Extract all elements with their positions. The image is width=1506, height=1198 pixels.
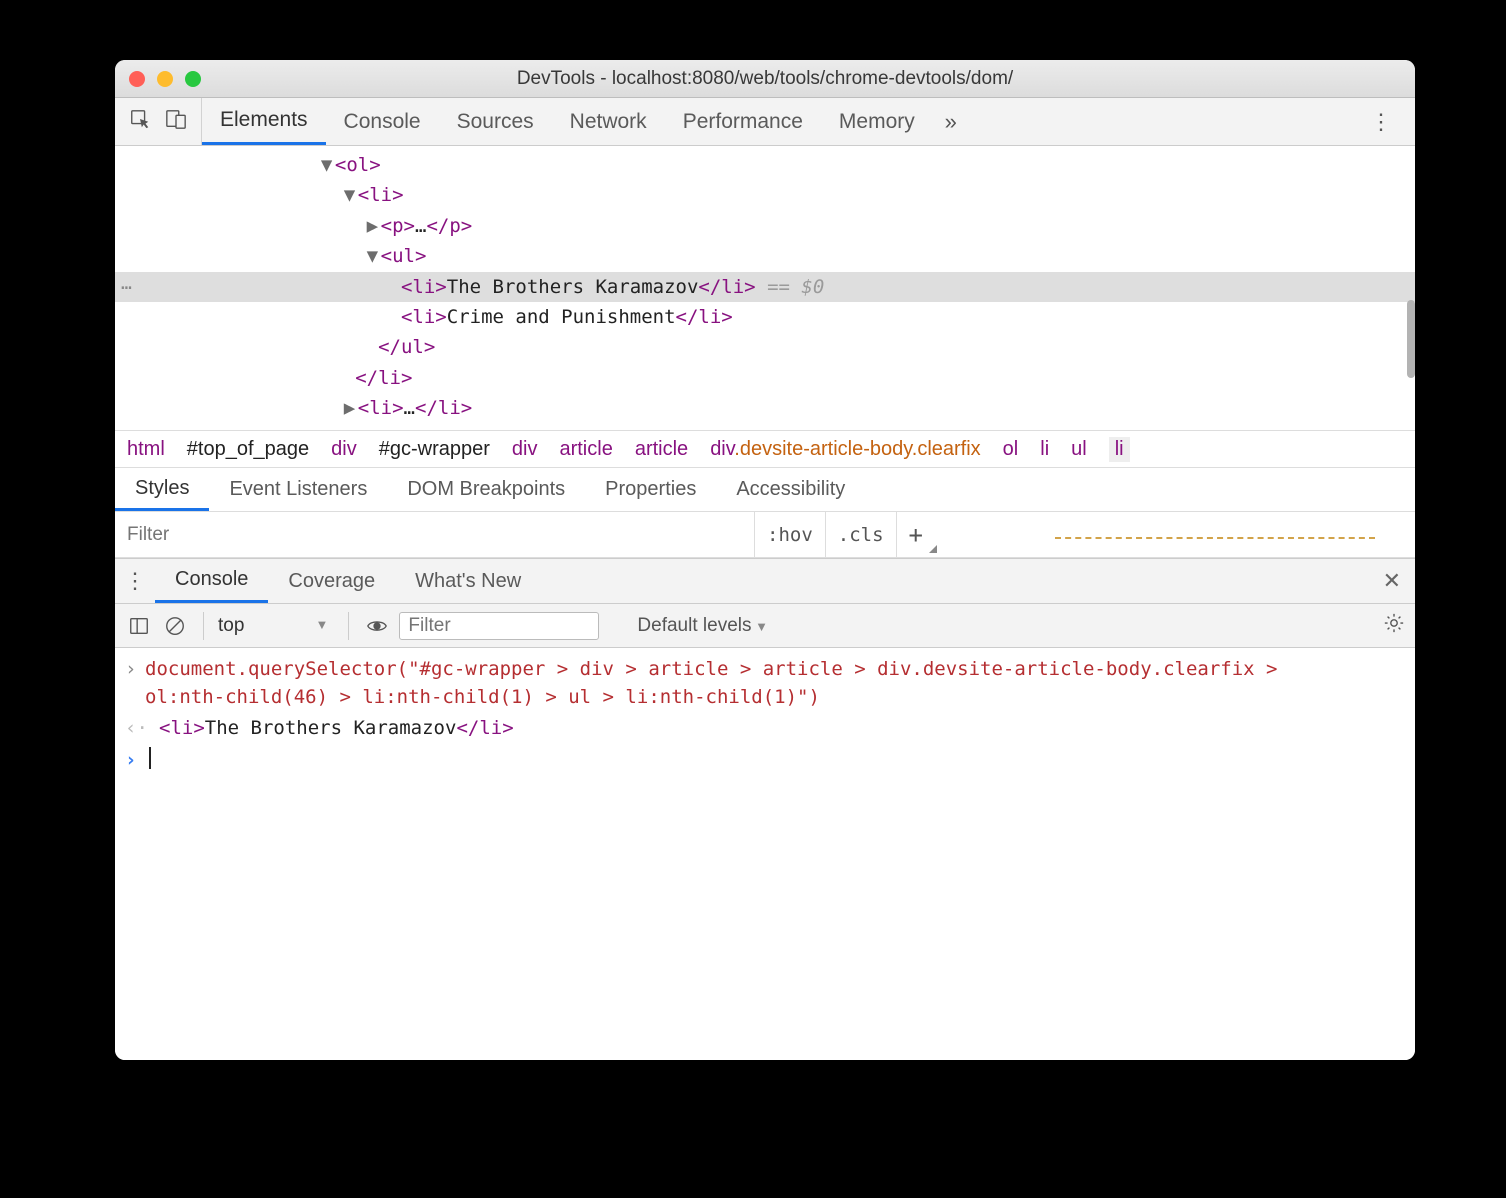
dom-row[interactable]: ▼<ul> [115, 241, 1415, 271]
tab-network[interactable]: Network [552, 98, 665, 145]
main-tabs: ElementsConsoleSourcesNetworkPerformance… [202, 98, 933, 145]
console-body[interactable]: › document.querySelector("#gc-wrapper > … [115, 648, 1415, 1060]
more-tabs-icon[interactable]: » [933, 104, 969, 140]
dom-row[interactable]: ▼<ol> [115, 150, 1415, 180]
breadcrumb[interactable]: html #top_of_page div #gc-wrapper div article… [115, 430, 1415, 468]
cls-button[interactable]: .cls [826, 512, 897, 557]
sidebar-toggle-icon[interactable] [125, 612, 153, 640]
dom-row[interactable]: ▶<li>…</li> [115, 393, 1415, 423]
main-toolbar: ElementsConsoleSourcesNetworkPerformance… [115, 98, 1415, 146]
tab-sources[interactable]: Sources [439, 98, 552, 145]
subtab-styles[interactable]: Styles [115, 468, 209, 511]
drawer-close-icon[interactable]: ✕ [1383, 568, 1401, 594]
crumb[interactable]: div [331, 438, 357, 461]
output-arrow-icon: ‹· [125, 715, 145, 743]
titlebar: DevTools - localhost:8080/web/tools/chro… [115, 60, 1415, 98]
drawer-tab-console[interactable]: Console [155, 559, 268, 603]
drawer-tab-what-s-new[interactable]: What's New [395, 559, 541, 603]
console-toolbar: top Default levels [115, 604, 1415, 648]
subtab-accessibility[interactable]: Accessibility [716, 468, 865, 511]
dom-tree[interactable]: ▼<ol> ▼<li> ▶<p>…</p> ▼<ul> <li>The Brot… [115, 146, 1415, 430]
tab-memory[interactable]: Memory [821, 98, 933, 145]
dom-row[interactable]: ▼<li> [115, 180, 1415, 210]
live-expression-icon[interactable] [363, 612, 391, 640]
kebab-icon[interactable]: ⋮ [1363, 104, 1399, 140]
clear-console-icon[interactable] [161, 612, 189, 640]
crumb[interactable]: li [1040, 438, 1049, 461]
divider [348, 612, 349, 640]
console-prompt[interactable]: › [115, 745, 1415, 777]
new-rule-button[interactable]: + [897, 512, 935, 557]
drawer-kebab-icon[interactable]: ⋮ [115, 568, 155, 594]
log-levels-select[interactable]: Default levels [637, 615, 768, 637]
hov-button[interactable]: :hov [755, 512, 826, 557]
crumb[interactable]: div.devsite-article-body.clearfix [710, 438, 980, 461]
tab-console[interactable]: Console [326, 98, 439, 145]
out-tag-open: <li> [159, 717, 205, 739]
dom-row[interactable]: </ul> [115, 332, 1415, 362]
console-output-line: ‹· <li>The Brothers Karamazov</li> [115, 713, 1415, 745]
devtools-window: DevTools - localhost:8080/web/tools/chro… [115, 60, 1415, 1060]
gutter-ellipsis-icon[interactable]: … [121, 270, 132, 299]
styles-subtabs: StylesEvent ListenersDOM BreakpointsProp… [115, 468, 1415, 512]
crumb[interactable]: html [127, 438, 165, 461]
out-text: The Brothers Karamazov [205, 717, 457, 739]
cursor [149, 747, 151, 769]
subtab-properties[interactable]: Properties [585, 468, 716, 511]
console-filter-input[interactable] [399, 612, 599, 640]
scrollbar-thumb[interactable] [1407, 300, 1415, 378]
crumb[interactable]: div [512, 438, 538, 461]
inspect-icon[interactable] [129, 108, 151, 135]
subtab-dom-breakpoints[interactable]: DOM Breakpoints [387, 468, 585, 511]
crumb[interactable]: li [1109, 437, 1130, 462]
prompt-arrow-icon: › [125, 747, 145, 775]
crumb[interactable]: article [559, 438, 612, 461]
console-input-text: document.querySelector("#gc-wrapper > di… [145, 656, 1295, 711]
out-tag-close: </li> [456, 717, 513, 739]
styles-preview-box [1055, 537, 1375, 541]
device-toggle-icon[interactable] [165, 108, 187, 135]
dom-row[interactable]: <li>Crime and Punishment</li> [115, 302, 1415, 332]
drawer-tab-coverage[interactable]: Coverage [268, 559, 395, 603]
crumb[interactable]: #gc-wrapper [379, 438, 490, 461]
crumb[interactable]: #top_of_page [187, 438, 309, 461]
input-arrow-icon: › [125, 656, 145, 711]
subtab-event-listeners[interactable]: Event Listeners [209, 468, 387, 511]
dom-row[interactable]: </li> [115, 363, 1415, 393]
crumb[interactable]: ul [1071, 438, 1087, 461]
styles-filter-row: :hov .cls + [115, 512, 1415, 558]
console-settings-icon[interactable] [1383, 612, 1405, 640]
styles-filter-input[interactable] [115, 512, 755, 557]
dom-row[interactable]: ▶<p>…</p> [115, 211, 1415, 241]
window-title: DevTools - localhost:8080/web/tools/chro… [115, 68, 1415, 90]
tab-performance[interactable]: Performance [665, 98, 821, 145]
dom-row[interactable]: <li>The Brothers Karamazov</li> == $0 [115, 272, 1415, 302]
divider [203, 612, 204, 640]
context-select[interactable]: top [218, 615, 334, 637]
tab-elements[interactable]: Elements [202, 98, 326, 145]
crumb[interactable]: article [635, 438, 688, 461]
crumb[interactable]: ol [1003, 438, 1019, 461]
drawer-tabs: ⋮ ConsoleCoverageWhat's New ✕ [115, 558, 1415, 604]
console-input-line: › document.querySelector("#gc-wrapper > … [115, 654, 1415, 713]
